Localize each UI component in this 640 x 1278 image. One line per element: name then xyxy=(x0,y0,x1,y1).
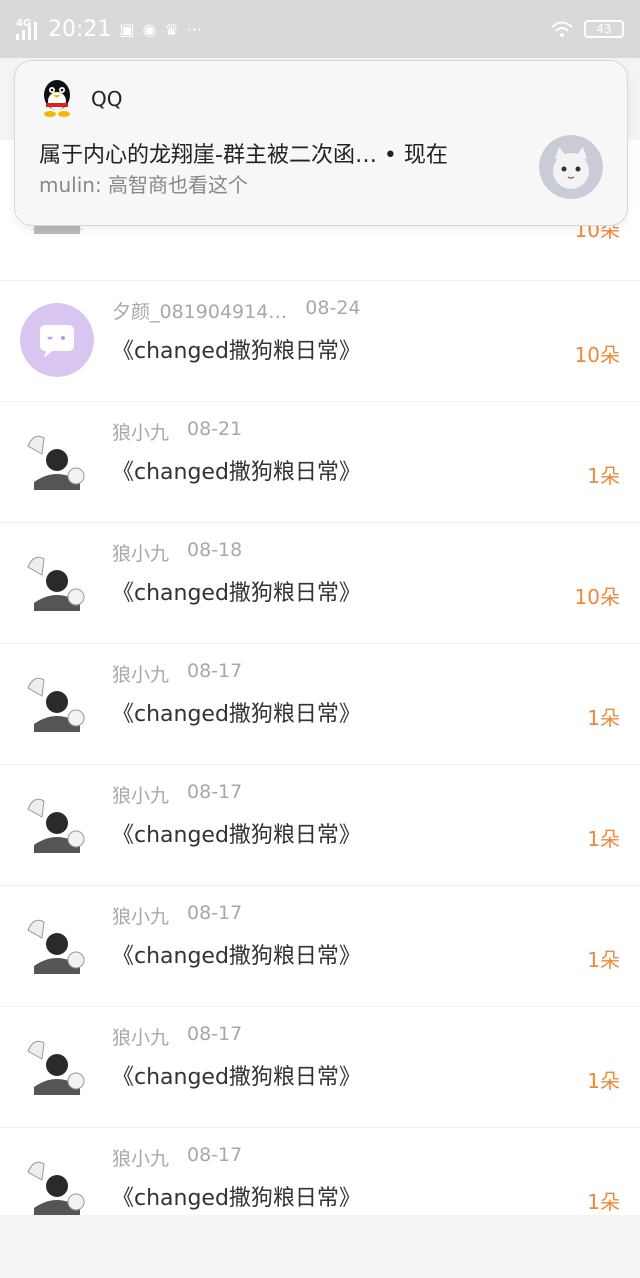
list-item[interactable]: 狼小九 08-17 《changed撒狗粮日常》 1朵 xyxy=(0,765,640,886)
qq-notification[interactable]: QQ 属于内心的龙翔崖-群主被二次函… • 现在 mulin: 高智商也看这个 xyxy=(14,60,628,226)
gift-count: 10朵 xyxy=(574,585,620,609)
avatar xyxy=(20,303,94,377)
gift-count: 10朵 xyxy=(574,343,620,367)
status-time: 20:21 xyxy=(48,16,112,42)
item-date: 08-17 xyxy=(187,1023,243,1045)
status-bar: 4G 20:21 ▣ ◉ ♛ ··· 43 xyxy=(0,0,640,58)
gift-count: 1朵 xyxy=(587,706,620,730)
avatar xyxy=(20,1029,94,1103)
item-user: 狼小九 xyxy=(112,422,170,444)
list-item[interactable]: 狼小九 08-17 《changed撒狗粮日常》 1朵 xyxy=(0,644,640,765)
signal-bar xyxy=(22,30,25,40)
signal-bar xyxy=(28,26,31,40)
list-item[interactable]: 狼小九 08-18 《changed撒狗粮日常》 10朵 xyxy=(0,523,640,644)
avatar xyxy=(20,1150,94,1224)
item-date: 08-21 xyxy=(187,418,243,440)
gift-count: 1朵 xyxy=(587,827,620,851)
item-user: 狼小九 xyxy=(112,785,170,807)
signal-bar xyxy=(16,34,19,40)
item-meta: 狼小九 08-17 xyxy=(112,1023,242,1050)
signal-bar xyxy=(34,22,37,40)
item-date: 08-17 xyxy=(187,781,243,803)
gift-count: 1朵 xyxy=(587,1069,620,1093)
bottom-area xyxy=(0,1215,640,1278)
status-bar-right: 43 xyxy=(550,20,624,38)
list-item[interactable]: 夕颜_081904914… 08-24 《changed撒狗粮日常》 10朵 xyxy=(0,281,640,402)
anime-avatar-icon xyxy=(21,667,93,739)
signal-icon: 4G xyxy=(16,18,40,40)
item-title: 《changed撒狗粮日常》 xyxy=(112,581,361,606)
item-title: 《changed撒狗粮日常》 xyxy=(112,1065,361,1090)
item-user: 夕颜_081904914… xyxy=(112,301,288,323)
wifi-icon xyxy=(551,21,573,37)
notification-app-name: QQ xyxy=(91,87,123,111)
gift-count: 1朵 xyxy=(587,1190,620,1214)
item-title: 《changed撒狗粮日常》 xyxy=(112,944,361,969)
avatar xyxy=(20,424,94,498)
item-title: 《changed撒狗粮日常》 xyxy=(112,339,361,364)
more-dots-icon: ··· xyxy=(186,19,203,39)
anime-avatar-icon xyxy=(21,1030,93,1102)
item-meta: 狼小九 08-17 xyxy=(112,1144,242,1171)
item-title: 《changed撒狗粮日常》 xyxy=(112,460,361,485)
status-icon-1: ▣ xyxy=(119,19,135,39)
status-bar-left: 4G 20:21 ▣ ◉ ♛ ··· xyxy=(16,17,202,42)
item-meta: 狼小九 08-17 xyxy=(112,660,242,687)
item-date: 08-17 xyxy=(187,1144,243,1166)
list-item[interactable]: 狼小九 08-21 《changed撒狗粮日常》 1朵 xyxy=(0,402,640,523)
item-date: 08-17 xyxy=(187,660,243,682)
item-date: 08-24 xyxy=(305,297,361,319)
anime-avatar-icon xyxy=(21,425,93,497)
gift-count: 1朵 xyxy=(587,464,620,488)
battery-indicator: 43 xyxy=(584,20,624,38)
item-user: 狼小九 xyxy=(112,906,170,928)
cat-avatar-icon xyxy=(539,135,603,199)
item-meta: 狼小九 08-21 xyxy=(112,418,242,445)
item-user: 狼小九 xyxy=(112,1027,170,1049)
notification-image xyxy=(539,135,603,199)
gift-count: 1朵 xyxy=(587,948,620,972)
list-item[interactable]: 狼小九 08-17 《changed撒狗粮日常》 1朵 xyxy=(0,886,640,1007)
notification-body: mulin: 高智商也看这个 xyxy=(39,173,249,197)
message-list[interactable]: 10朵 夕颜_081904914… 08-24 《changed撒狗粮日常》 1… xyxy=(0,140,640,1249)
avatar xyxy=(20,666,94,740)
item-meta: 夕颜_081904914… 08-24 xyxy=(112,297,361,324)
notification-title: 属于内心的龙翔崖-群主被二次函… • 现在 xyxy=(39,143,448,168)
crown-icon: ♛ xyxy=(164,19,179,39)
qq-penguin-icon xyxy=(44,80,70,117)
item-date: 08-17 xyxy=(187,902,243,924)
anime-avatar-icon xyxy=(21,546,93,618)
anime-avatar-icon xyxy=(21,788,93,860)
item-user: 狼小九 xyxy=(112,543,170,565)
item-title: 《changed撒狗粮日常》 xyxy=(112,823,361,848)
item-title: 《changed撒狗粮日常》 xyxy=(112,702,361,727)
anime-avatar-icon xyxy=(21,1151,93,1223)
item-meta: 狼小九 08-18 xyxy=(112,539,242,566)
item-user: 狼小九 xyxy=(112,664,170,686)
avatar xyxy=(20,787,94,861)
item-user: 狼小九 xyxy=(112,1148,170,1170)
item-date: 08-18 xyxy=(187,539,243,561)
avatar xyxy=(20,545,94,619)
item-title: 《changed撒狗粮日常》 xyxy=(112,1186,361,1211)
status-icon-2: ◉ xyxy=(142,19,157,39)
chat-bubble-icon xyxy=(20,303,94,377)
list-item[interactable]: 狼小九 08-17 《changed撒狗粮日常》 1朵 xyxy=(0,1007,640,1128)
avatar xyxy=(20,908,94,982)
anime-avatar-icon xyxy=(21,909,93,981)
item-meta: 狼小九 08-17 xyxy=(112,902,242,929)
item-meta: 狼小九 08-17 xyxy=(112,781,242,808)
